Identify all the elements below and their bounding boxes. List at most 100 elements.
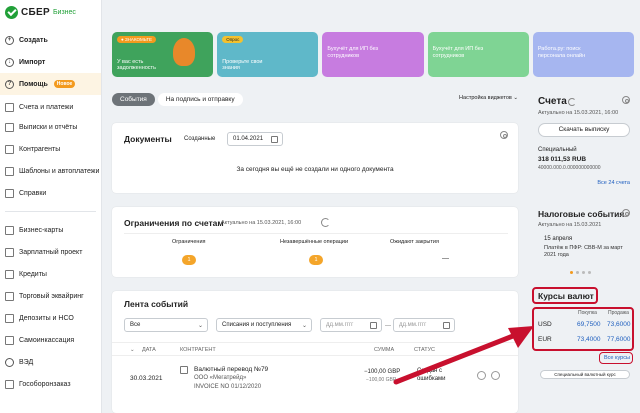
new-badge: Новое (53, 80, 76, 88)
gear-icon[interactable] (622, 209, 630, 217)
gear-icon[interactable] (622, 96, 630, 104)
sidebar-item-salary[interactable]: Зарплатный проект (0, 241, 101, 263)
credit-icon (5, 269, 14, 279)
unfinished-count-badge[interactable]: 1 (309, 255, 323, 265)
date-from-placeholder: дд.мм.гггг (326, 322, 354, 328)
sidebar-item-label: Импорт (19, 58, 46, 66)
tax-events-widget: Налоговые события Актуально на 15.03.202… (530, 205, 634, 280)
promo-banner[interactable]: Бухучёт для ИП без сотрудников (427, 32, 529, 77)
promo-banner[interactable]: Бухучёт для ИП без сотрудников (322, 32, 424, 77)
feed-filter-type-value: Списания и поступления (222, 322, 292, 328)
currency-rates-widget: Курсы валют Покупка Продажа USD 69,7500 … (530, 287, 634, 379)
download-statement-button[interactable]: Скачать выписку (538, 123, 630, 137)
row-date: 30.03.2021 (130, 375, 163, 382)
templates-icon (5, 166, 14, 176)
sidebar-item-contractors[interactable]: Контрагенты (0, 138, 101, 160)
all-accounts-link[interactable]: Все 24 счета (597, 180, 630, 186)
rate-buy: 69,7500 (577, 321, 601, 328)
table-row[interactable]: 30.03.2021 Валютный перевод №79 ООО «Мег… (112, 361, 518, 401)
statements-icon (5, 122, 14, 132)
sidebar-item-acquiring[interactable]: Торговый эквайринг (0, 285, 101, 307)
feed-filter-all[interactable]: Все ⌄ (124, 318, 208, 332)
carousel-dots[interactable] (570, 271, 591, 274)
sidebar-item-cash-collection[interactable]: Самоинкассация (0, 329, 101, 351)
tab-events[interactable]: События (112, 92, 155, 106)
special-rate-button[interactable]: Специальный валютный курс (540, 370, 630, 379)
chevron-down-icon: ⌄ (130, 347, 135, 353)
sidebar-item-statements[interactable]: Выписки и отчёты (0, 116, 101, 138)
column-status[interactable]: СТАТУС (414, 347, 435, 353)
rates-title: Курсы валют (538, 291, 594, 301)
feed-filter-all-value: Все (130, 322, 141, 328)
column-sum[interactable]: СУММА (374, 347, 394, 353)
rate-sell: 77,6000 (607, 336, 631, 343)
sidebar-item-credits[interactable]: Кредиты (0, 263, 101, 285)
accounts-widget: Счета Актуально на 15.03.2021, 16:00 Ска… (530, 92, 634, 197)
range-dash: — (385, 323, 391, 329)
feed-date-from[interactable]: дд.мм.гггг (320, 318, 382, 332)
accounts-title: Счета (538, 96, 567, 107)
plus-icon: + (5, 35, 14, 45)
row-title: Валютный перевод №79 (194, 366, 269, 373)
tax-date: 15 апреля (544, 236, 573, 242)
promo-banners: ● ЗНАКОМЬТЕ У вас есть задолженность Опр… (112, 32, 635, 77)
print-icon[interactable] (477, 371, 486, 380)
refresh-icon[interactable] (321, 218, 330, 227)
cash-icon (5, 335, 14, 345)
sidebar-item-label: Гособоронзаказ (19, 380, 71, 388)
globe-icon (5, 357, 14, 367)
chevron-down-icon: ⌄ (301, 323, 307, 329)
documents-date-value: 01.04.2021 (233, 136, 264, 142)
promo-banner[interactable]: Работа.ру: поиск персонала онлайн (532, 32, 635, 77)
refresh-icon[interactable] (568, 98, 576, 106)
sidebar-item-certificates[interactable]: Справки (0, 182, 101, 204)
defense-icon (5, 379, 14, 389)
sidebar-item-label: Депозиты и НСО (19, 314, 74, 322)
logo-subtitle: Бизнес (52, 8, 76, 16)
rate-sell: 73,6000 (607, 321, 631, 328)
sidebar-item-label: Зарплатный проект (19, 248, 83, 256)
all-rates-link[interactable]: Все курсы (604, 355, 630, 361)
documents-filter-label: Созданные (184, 136, 216, 142)
tabs-bar: События На подпись и отправку Настройка … (112, 92, 518, 108)
column-date[interactable]: ДАТА (142, 347, 156, 353)
sidebar-item-label: Счета и платежи (19, 104, 74, 111)
sidebar-item-templates[interactable]: Шаблоны и автоплатежи (0, 160, 101, 182)
widget-settings-link[interactable]: Настройка виджетов ⌄ (459, 95, 518, 101)
card-icon (5, 225, 14, 235)
sidebar-item-create[interactable]: + Создать (0, 29, 101, 51)
rates-col-buy: Покупка (578, 310, 597, 316)
feed-date-to[interactable]: дд.мм.гггг (393, 318, 455, 332)
promo-banner[interactable]: Опрос Проверьте свои знания (217, 32, 319, 77)
gear-icon[interactable] (500, 131, 508, 139)
row-sum: −100,00 GBP (364, 369, 401, 375)
widget-settings-label: Настройка виджетов (459, 95, 512, 101)
sidebar-item-ved[interactable]: ВЭД (0, 351, 101, 373)
sidebar-item-label: Выписки и отчёты (19, 123, 78, 131)
restrictions-col-label: Ожидают закрытия (390, 239, 439, 245)
sidebar-item-business-cards[interactable]: Бизнес-карты (0, 219, 101, 241)
sidebar-item-deposits[interactable]: Депозиты и НСО (0, 307, 101, 329)
restrictions-updated: Актуально на 15.03.2021, 16:00 (221, 220, 302, 226)
account-number: 40000.000.0.000000000000 (538, 165, 601, 171)
more-icon[interactable] (491, 371, 500, 380)
promo-banner[interactable]: ● ЗНАКОМЬТЕ У вас есть задолженность (112, 32, 214, 77)
sidebar-item-accounts[interactable]: Счета и платежи (0, 99, 101, 116)
sidebar-item-import[interactable]: ↓ Импорт (0, 51, 101, 73)
sber-logo-icon (5, 5, 18, 19)
documents-empty-text: За сегодня вы ещё не создали ни одного д… (236, 166, 394, 173)
restrictions-col-label: Ограничения (172, 239, 206, 245)
sidebar-item-label: ВЭД (19, 358, 34, 366)
sidebar-item-defense[interactable]: Гособоронзаказ (0, 373, 101, 395)
logo[interactable]: СБЕР Бизнес (0, 0, 101, 24)
account-amount: 318 011,53 RUB (538, 156, 587, 163)
documents-date-input[interactable]: 01.04.2021 (227, 132, 283, 146)
feed-filter-type[interactable]: Списания и поступления ⌄ (216, 318, 312, 332)
calendar-icon (271, 136, 278, 143)
sidebar-item-help[interactable]: ? Помощь Новое (0, 73, 101, 95)
rate-buy: 73,4000 (577, 336, 601, 343)
restrictions-count-badge[interactable]: 1 (182, 255, 196, 265)
banner-tag: Опрос (222, 36, 244, 43)
tab-sign[interactable]: На подпись и отправку (157, 92, 243, 106)
column-contractor[interactable]: КОНТРАГЕНТ (180, 347, 216, 353)
